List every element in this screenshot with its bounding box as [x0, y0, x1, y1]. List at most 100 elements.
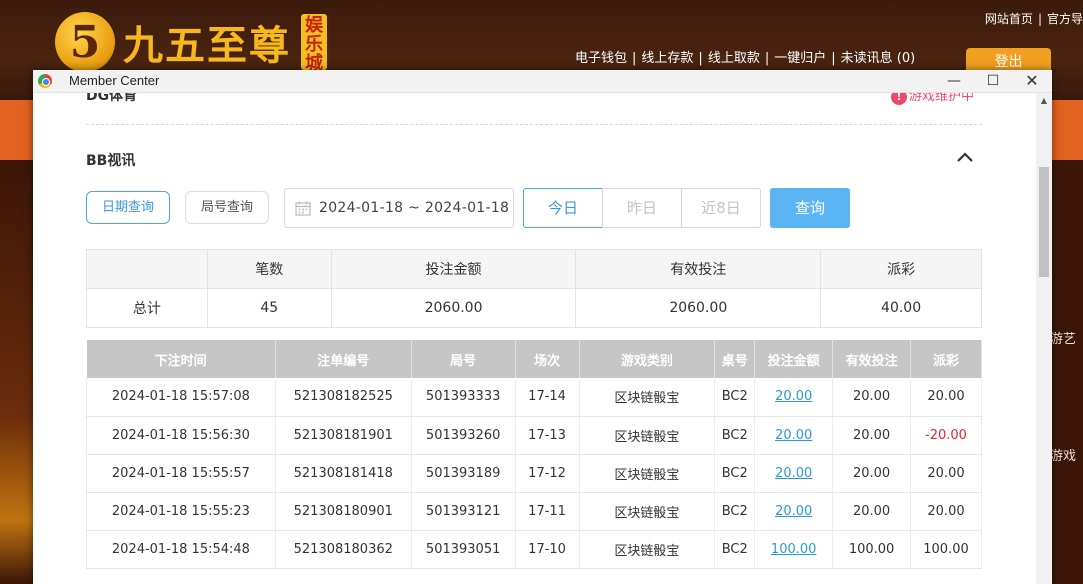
site-logo[interactable]: 5 九五至尊 娱乐城 — [55, 12, 327, 72]
summary-header-row: 笔数 投注金额 有效投注 派彩 — [86, 249, 982, 289]
table-cell: 2024-01-18 15:55:57 — [86, 454, 276, 493]
bet-amount-link[interactable]: 100.00 — [771, 542, 817, 557]
member-center-window: Member Center — ☐ ✕ DG体育 ! 游戏维护中 BB视讯 日期查… — [33, 70, 1052, 584]
column-header: 游戏类别 — [579, 340, 716, 378]
table-row: 2024-01-18 15:55:23 521308180901 501393121… — [86, 492, 982, 531]
table-cell: 521308182525 — [275, 378, 412, 417]
bet-amount-link[interactable]: 20.00 — [775, 389, 812, 404]
logo-text: 九五至尊 — [123, 22, 291, 69]
maximize-button[interactable]: ☐ — [974, 70, 1012, 93]
divider: | — [764, 51, 770, 66]
nav-withdraw[interactable]: 线上取款 — [708, 51, 760, 66]
divider: | — [1037, 12, 1042, 26]
table-cell: 501393260 — [411, 416, 516, 455]
table-cell: 区块链骰宝 — [579, 378, 716, 417]
summary-header-cell: 派彩 — [820, 249, 982, 289]
column-header: 下注时间 — [86, 340, 276, 378]
table-row: 2024-01-18 15:56:30 521308181901 501393260… — [86, 416, 982, 455]
window-title: Member Center — [69, 73, 160, 88]
vertical-scrollbar[interactable]: ▲ — [1036, 93, 1052, 584]
table-cell: 20.00 — [754, 416, 834, 455]
table-cell: 2024-01-18 15:57:08 — [86, 378, 276, 417]
top-links: 网站首页 | 官方导 — [985, 10, 1083, 27]
maintenance-label: 游戏维护中 — [908, 93, 974, 104]
table-cell: 20.00 — [754, 492, 834, 531]
table-cell: 100.00 — [754, 530, 834, 569]
nav-band-right — [1050, 100, 1083, 160]
table-cell: 521308181901 — [275, 416, 412, 455]
summary-cell: 2060.00 — [330, 288, 577, 328]
summary-cell: 40.00 — [820, 288, 982, 328]
table-cell: 2024-01-18 15:56:30 — [86, 416, 276, 455]
table-cell: 501393189 — [411, 454, 516, 493]
table-cell: BC2 — [714, 416, 756, 455]
table-cell: 20.00 — [754, 378, 834, 417]
bb-section-title: BB视讯 — [86, 153, 136, 169]
table-cell: 2024-01-18 15:54:48 — [86, 530, 276, 569]
window-content: DG体育 ! 游戏维护中 BB视讯 日期查询 局号查询 2024-01-18 ~… — [33, 93, 1036, 584]
divider: | — [831, 51, 836, 66]
summary-total-row: 总计 45 2060.00 2060.00 40.00 — [86, 288, 982, 328]
column-header: 场次 — [515, 340, 580, 378]
table-cell: 521308181418 — [275, 454, 412, 493]
table-cell: 20.00 — [832, 454, 912, 493]
column-header: 有效投注 — [832, 340, 912, 378]
background-art-right — [1050, 160, 1083, 584]
table-cell: 20.00 — [910, 492, 982, 531]
summary-cell: 总计 — [86, 288, 208, 328]
scroll-up-arrow-icon[interactable]: ▲ — [1036, 95, 1052, 107]
bet-amount-link[interactable]: 20.00 — [775, 504, 812, 519]
top-link-official[interactable]: 官方导 — [1047, 12, 1083, 26]
round-query-tab[interactable]: 局号查询 — [185, 191, 269, 224]
table-cell: 17-13 — [515, 416, 580, 455]
summary-table: 笔数 投注金额 有效投注 派彩 总计 45 2060.00 2060.00 40… — [86, 249, 982, 328]
table-cell: 17-11 — [515, 492, 580, 531]
logo-emblem: 5 — [55, 12, 115, 72]
nav-wallet[interactable]: 电子钱包 — [575, 51, 627, 66]
table-cell: 501393333 — [411, 378, 516, 417]
table-cell: 2024-01-18 15:55:23 — [86, 492, 276, 531]
table-cell: 521308180901 — [275, 492, 412, 531]
table-row: 2024-01-18 15:54:48 521308180362 501393051… — [86, 530, 982, 569]
table-cell: 501393121 — [411, 492, 516, 531]
chevron-up-icon[interactable] — [955, 149, 975, 165]
summary-cell: 2060.00 — [575, 288, 822, 328]
date-range-picker[interactable]: 2024-01-18 ~ 2024-01-18 — [284, 188, 514, 228]
last-8-days-button[interactable]: 近8日 — [681, 188, 761, 228]
table-cell: 17-12 — [515, 454, 580, 493]
records-header-row: 下注时间 注单编号 局号 场次 游戏类别 桌号 投注金额 有效投注 派彩 — [86, 340, 982, 378]
top-link-home[interactable]: 网站首页 — [985, 12, 1033, 26]
summary-header-cell: 笔数 — [206, 249, 332, 289]
nav-consolidate[interactable]: 一键归户 — [774, 51, 826, 66]
nav-messages[interactable]: 未读讯息 (0) — [841, 51, 916, 66]
table-cell: 20.00 — [910, 378, 982, 417]
account-nav: 电子钱包 | 线上存款 | 线上取款 | 一键归户 | 未读讯息 (0) — [575, 47, 915, 66]
table-cell: BC2 — [714, 492, 756, 531]
summary-header-cell: 有效投注 — [575, 249, 822, 289]
close-button[interactable]: ✕ — [1013, 70, 1051, 93]
window-titlebar[interactable]: Member Center — ☐ ✕ — [33, 70, 1052, 93]
scroll-thumb[interactable] — [1039, 167, 1049, 277]
minimize-button[interactable]: — — [935, 70, 973, 93]
dg-title: DG体育 — [86, 93, 138, 104]
divider: | — [698, 51, 703, 66]
bet-amount-link[interactable]: 20.00 — [775, 428, 812, 443]
today-button[interactable]: 今日 — [523, 188, 603, 228]
browser-app-icon — [38, 74, 52, 88]
summary-header-cell: 投注金额 — [330, 249, 577, 289]
nav-deposit[interactable]: 线上存款 — [641, 51, 693, 66]
table-row: 2024-01-18 15:55:57 521308181418 501393189… — [86, 454, 982, 493]
table-cell: 100.00 — [910, 530, 982, 569]
bet-amount-link[interactable]: 20.00 — [775, 466, 812, 481]
yesterday-button[interactable]: 昨日 — [602, 188, 682, 228]
query-filter-bar: 日期查询 局号查询 2024-01-18 ~ 2024-01-18 今日 昨日 … — [86, 188, 986, 228]
table-cell: 20.00 — [832, 416, 912, 455]
date-query-tab[interactable]: 日期查询 — [86, 191, 170, 224]
dg-section-header: DG体育 ! 游戏维护中 — [86, 93, 982, 125]
calendar-icon — [295, 201, 311, 216]
table-cell: 17-10 — [515, 530, 580, 569]
table-cell: BC2 — [714, 530, 756, 569]
summary-header-cell — [86, 249, 208, 289]
query-button[interactable]: 查询 — [770, 188, 850, 228]
column-header: 注单编号 — [275, 340, 412, 378]
